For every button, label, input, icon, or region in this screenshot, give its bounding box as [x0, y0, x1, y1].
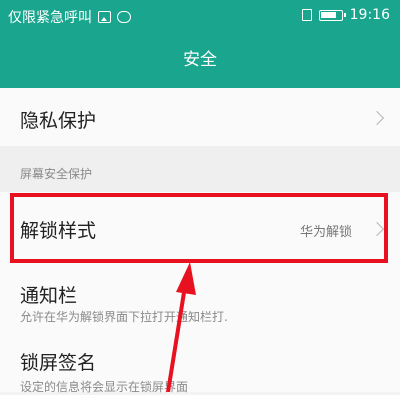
sim-icon [301, 9, 312, 21]
carrier-text: 仅限紧急呼叫 [8, 10, 92, 26]
section-label: 屏幕安全保护 [20, 167, 93, 181]
lockscreen-signature-item[interactable]: 锁屏签名 设定的信息将会显示在锁屏界面 [0, 334, 400, 394]
notification-bar-label: 通知栏 [20, 285, 78, 307]
privacy-protection-label: 隐私保护 [20, 110, 97, 132]
highlight-box [10, 193, 388, 263]
chat-notification-icon [117, 11, 131, 23]
chevron-right-icon [369, 110, 385, 126]
clock: 19:16 [349, 7, 390, 23]
privacy-protection-item[interactable]: 隐私保护 [0, 88, 400, 147]
status-bar: 仅限紧急呼叫 19:16 [0, 0, 400, 32]
notification-bar-description: 允许在华为解锁界面下拉打开通知栏打. [20, 310, 228, 324]
notification-bar-item[interactable]: 通知栏 允许在华为解锁界面下拉打开通知栏打. [0, 264, 400, 335]
lockscreen-signature-description: 设定的信息将会显示在锁屏界面 [20, 380, 189, 394]
lockscreen-signature-label: 锁屏签名 [20, 352, 97, 374]
battery-icon [318, 9, 346, 21]
page-title: 安全 [0, 32, 400, 88]
image-notification-icon [98, 11, 111, 23]
section-header: 屏幕安全保护 [0, 146, 400, 192]
